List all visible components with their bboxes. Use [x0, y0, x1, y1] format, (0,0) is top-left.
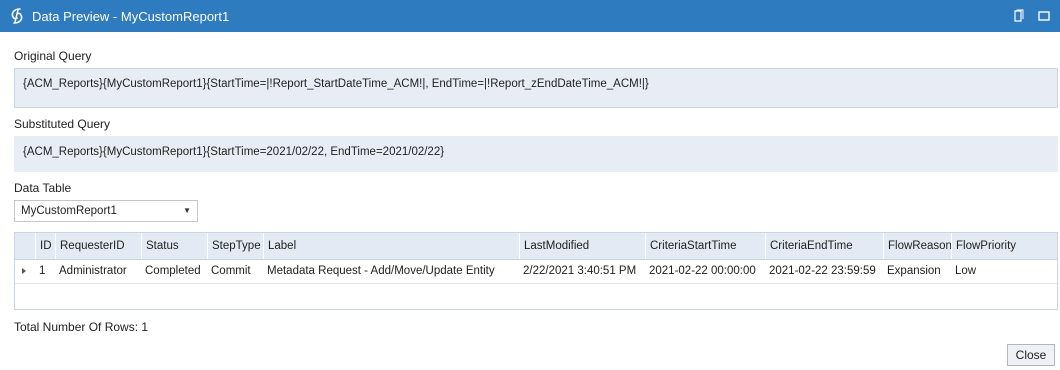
- cell-flowpriority[interactable]: Low: [951, 259, 1031, 283]
- cell-steptype[interactable]: Commit: [207, 259, 263, 283]
- column-header-criteriastarttime[interactable]: CriteriaStartTime: [645, 233, 765, 259]
- cell-id[interactable]: 1: [35, 259, 55, 283]
- cell-label[interactable]: Metadata Request - Add/Move/Update Entit…: [263, 259, 519, 283]
- column-header-criteriaendtime[interactable]: CriteriaEndTime: [765, 233, 883, 259]
- window-title: Data Preview - MyCustomReport1: [32, 9, 230, 24]
- substituted-query-label: Substituted Query: [14, 117, 111, 131]
- total-rows-label: Total Number Of Rows: 1: [14, 320, 149, 334]
- maximize-icon[interactable]: [1036, 8, 1052, 24]
- restore-icon[interactable]: [1010, 8, 1026, 24]
- cell-lastmodified[interactable]: 2/22/2021 3:40:51 PM: [519, 259, 645, 283]
- column-header-steptype[interactable]: StepType: [207, 233, 263, 259]
- column-header-status[interactable]: Status: [141, 233, 207, 259]
- title-bar: Data Preview - MyCustomReport1: [0, 0, 1060, 32]
- column-header-id[interactable]: ID: [35, 233, 55, 259]
- data-table-dropdown[interactable]: MyCustomReport1 ▼: [14, 200, 198, 222]
- current-row-icon: [22, 268, 26, 274]
- original-query-field[interactable]: {ACM_Reports}{MyCustomReport1}{StartTime…: [14, 68, 1058, 108]
- cell-requesterid[interactable]: Administrator: [55, 259, 141, 283]
- original-query-label: Original Query: [14, 49, 92, 63]
- grid-header: ID RequesterID Status StepType Label Las…: [15, 233, 1057, 260]
- data-grid[interactable]: ID RequesterID Status StepType Label Las…: [14, 232, 1058, 310]
- column-header-label[interactable]: Label: [263, 233, 519, 259]
- data-table-selected: MyCustomReport1: [21, 205, 117, 217]
- substituted-query-field[interactable]: {ACM_Reports}{MyCustomReport1}{StartTime…: [14, 136, 1058, 172]
- cell-flowreason[interactable]: Expansion: [883, 259, 951, 283]
- column-header-lastmodified[interactable]: LastModified: [519, 233, 645, 259]
- cell-criteriastarttime[interactable]: 2021-02-22 00:00:00: [645, 259, 765, 283]
- table-row[interactable]: 1 Administrator Completed Commit Metadat…: [15, 259, 1057, 284]
- data-preview-window: Data Preview - MyCustomReport1 Original …: [0, 0, 1060, 370]
- row-selector-header[interactable]: [15, 233, 35, 259]
- column-header-flowreason[interactable]: FlowReason: [883, 233, 952, 259]
- close-button[interactable]: Close: [1007, 344, 1055, 366]
- chevron-down-icon[interactable]: ▼: [183, 206, 191, 215]
- cell-status[interactable]: Completed: [141, 259, 207, 283]
- onestream-logo-icon: [11, 8, 23, 24]
- column-header-requesterid[interactable]: RequesterID: [55, 233, 141, 259]
- data-table-label: Data Table: [14, 181, 72, 195]
- column-header-flowpriority[interactable]: FlowPriority: [951, 233, 1031, 259]
- row-selector[interactable]: [15, 259, 35, 283]
- cell-criteriaendtime[interactable]: 2021-02-22 23:59:59: [765, 259, 883, 283]
